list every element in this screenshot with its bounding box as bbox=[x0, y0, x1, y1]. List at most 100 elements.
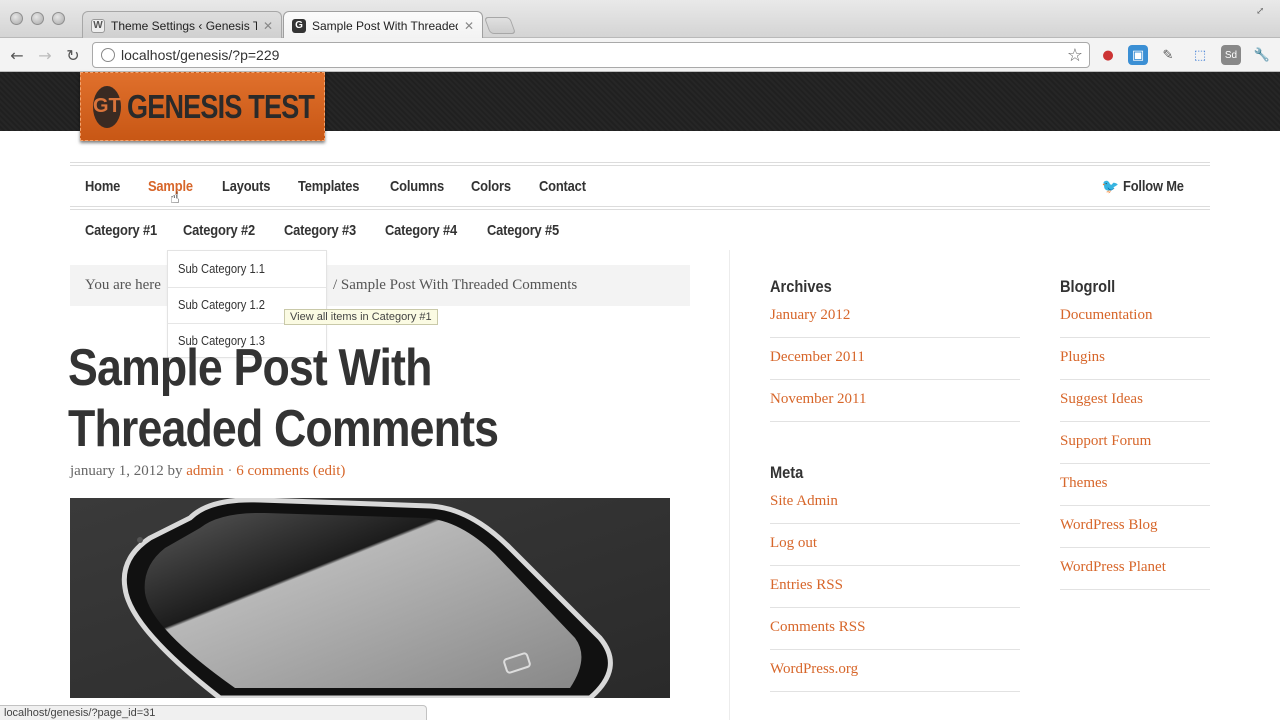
widget-divider bbox=[1060, 589, 1210, 590]
meta-link-site-admin[interactable]: Site Admin bbox=[770, 493, 838, 510]
tab-theme-settings[interactable]: W Theme Settings ‹ Genesis Te ✕ bbox=[82, 11, 282, 39]
zoom-window-button[interactable] bbox=[52, 12, 65, 25]
sd-extension-icon[interactable]: Sd bbox=[1221, 45, 1241, 65]
blogroll-link-themes[interactable]: Themes bbox=[1060, 475, 1107, 492]
widget-divider bbox=[1060, 505, 1210, 506]
close-icon[interactable]: ✕ bbox=[464, 19, 474, 33]
widget-divider bbox=[1060, 337, 1210, 338]
nav-item-category-4[interactable]: Category #4 bbox=[385, 222, 457, 239]
nav-item-category-3[interactable]: Category #3 bbox=[284, 222, 356, 239]
nav-item-category-1[interactable]: Category #1 bbox=[85, 222, 157, 239]
sidebar-divider bbox=[729, 250, 730, 720]
blogroll-link-wordpress-planet[interactable]: WordPress Planet bbox=[1060, 559, 1166, 576]
post-title: Sample Post With Threaded Comments bbox=[68, 339, 499, 458]
archives-widget-title: Archives bbox=[770, 277, 832, 296]
nav-bottom-border bbox=[70, 206, 1210, 210]
post-by: by bbox=[167, 463, 183, 479]
nav-item-templates[interactable]: Templates bbox=[298, 178, 359, 195]
minimize-window-button[interactable] bbox=[31, 12, 44, 25]
post-edit-link[interactable]: (edit) bbox=[313, 463, 345, 479]
site-logo[interactable]: GT GENESIS TEST bbox=[80, 72, 325, 141]
fullscreen-icon[interactable]: ⤢ bbox=[1256, 6, 1268, 17]
wordpress-icon: W bbox=[91, 18, 105, 33]
link-tooltip: View all items in Category #1 bbox=[284, 309, 438, 325]
dropdown-divider bbox=[168, 287, 326, 288]
genesis-favicon-icon: G bbox=[292, 18, 306, 33]
close-icon[interactable]: ✕ bbox=[263, 19, 273, 33]
blogroll-link-wordpress-blog[interactable]: WordPress Blog bbox=[1060, 517, 1158, 534]
nav-top-border bbox=[70, 162, 1210, 166]
tab-sample-post[interactable]: G Sample Post With Threaded C ✕ bbox=[283, 11, 483, 39]
breadcrumb: You are here / Sample Post With Threaded… bbox=[70, 265, 690, 306]
tab-title: Sample Post With Threaded C bbox=[312, 18, 458, 33]
nav-item-colors[interactable]: Colors bbox=[471, 178, 511, 195]
nav-item-contact[interactable]: Contact bbox=[539, 178, 586, 195]
blogroll-widget-title: Blogroll bbox=[1060, 277, 1116, 296]
address-bar[interactable]: localhost/genesis/?p=229 ☆ bbox=[92, 42, 1090, 68]
bookmark-star-icon[interactable]: ☆ bbox=[1067, 45, 1083, 66]
nav-item-home[interactable]: Home bbox=[85, 178, 120, 195]
breadcrumb-prefix: You are here bbox=[85, 277, 161, 293]
twitter-bird-icon: 🐦 bbox=[1101, 178, 1120, 195]
logo-mark: GT bbox=[93, 85, 121, 128]
meta-link-wordpress-org[interactable]: WordPress.org bbox=[770, 661, 858, 678]
blogroll-link-support-forum[interactable]: Support Forum bbox=[1060, 433, 1151, 450]
follow-me-link[interactable]: 🐦 Follow Me bbox=[1102, 178, 1194, 195]
adblock-icon[interactable]: ● bbox=[1098, 45, 1118, 65]
nav-item-category-5[interactable]: Category #5 bbox=[487, 222, 559, 239]
back-icon[interactable]: ← bbox=[5, 43, 29, 67]
window-resizer-icon[interactable]: ⬚ bbox=[1190, 45, 1210, 65]
meta-widget-title: Meta bbox=[770, 463, 804, 482]
widget-divider bbox=[770, 379, 1020, 380]
nav-item-category-2[interactable]: Category #2 bbox=[183, 222, 255, 239]
widget-divider bbox=[770, 607, 1020, 608]
browser-toolbar: ← → ↻ localhost/genesis/?p=229 ☆ ● ▣ ✎ ⬚… bbox=[0, 38, 1280, 72]
wrench-icon[interactable]: 🔧 bbox=[1252, 45, 1272, 65]
blogroll-link-suggest-ideas[interactable]: Suggest Ideas bbox=[1060, 391, 1143, 408]
widget-divider bbox=[770, 649, 1020, 650]
smartphone-image bbox=[70, 498, 670, 698]
blogroll-link-plugins[interactable]: Plugins bbox=[1060, 349, 1105, 366]
logo-text: GENESIS TEST bbox=[126, 87, 315, 125]
post-comments-link[interactable]: 6 comments bbox=[236, 463, 309, 479]
widget-divider bbox=[770, 421, 1020, 422]
follow-label: Follow Me bbox=[1123, 178, 1185, 195]
meta-separator: · bbox=[227, 463, 233, 479]
status-bar-url: localhost/genesis/?page_id=31 bbox=[0, 705, 427, 720]
archive-link-december-2011[interactable]: December 2011 bbox=[770, 349, 865, 366]
widget-divider bbox=[770, 523, 1020, 524]
post-date: january 1, 2012 bbox=[70, 463, 164, 479]
hand-cursor-icon: ☝ bbox=[170, 188, 180, 207]
forward-icon[interactable]: → bbox=[33, 43, 57, 67]
widget-divider bbox=[770, 565, 1020, 566]
widget-divider bbox=[1060, 547, 1210, 548]
widget-divider bbox=[1060, 421, 1210, 422]
nav-item-layouts[interactable]: Layouts bbox=[222, 178, 270, 195]
close-window-button[interactable] bbox=[10, 12, 23, 25]
dropdown-item-sub-1-1[interactable]: Sub Category 1.1 bbox=[178, 261, 265, 276]
post-meta: january 1, 2012 by admin · 6 comments (e… bbox=[70, 463, 345, 480]
widget-divider bbox=[770, 337, 1020, 338]
post-featured-image bbox=[70, 498, 670, 698]
page-info-icon[interactable] bbox=[101, 48, 115, 62]
breadcrumb-current: / Sample Post With Threaded Comments bbox=[333, 277, 578, 293]
blogroll-link-documentation[interactable]: Documentation bbox=[1060, 307, 1152, 324]
nav-item-columns[interactable]: Columns bbox=[390, 178, 444, 195]
dropdown-item-sub-1-2[interactable]: Sub Category 1.2 bbox=[178, 297, 265, 312]
widget-divider bbox=[1060, 463, 1210, 464]
meta-link-entries-rss[interactable]: Entries RSS bbox=[770, 577, 843, 594]
widget-divider bbox=[770, 691, 1020, 692]
archive-link-january-2012[interactable]: January 2012 bbox=[770, 307, 850, 324]
archive-link-november-2011[interactable]: November 2011 bbox=[770, 391, 867, 408]
reload-icon[interactable]: ↻ bbox=[61, 43, 85, 67]
meta-link-comments-rss[interactable]: Comments RSS bbox=[770, 619, 865, 636]
meta-link-log-out[interactable]: Log out bbox=[770, 535, 817, 552]
browser-tab-strip: W Theme Settings ‹ Genesis Te ✕ G Sample… bbox=[0, 0, 1280, 39]
screen-capture-icon[interactable]: ▣ bbox=[1128, 45, 1148, 65]
post-author-link[interactable]: admin bbox=[186, 463, 224, 479]
tab-title: Theme Settings ‹ Genesis Te bbox=[111, 18, 257, 33]
new-tab-button[interactable] bbox=[483, 17, 517, 34]
url-text: localhost/genesis/?p=229 bbox=[121, 47, 280, 63]
widget-divider bbox=[1060, 379, 1210, 380]
eyedropper-icon[interactable]: ✎ bbox=[1158, 45, 1178, 65]
